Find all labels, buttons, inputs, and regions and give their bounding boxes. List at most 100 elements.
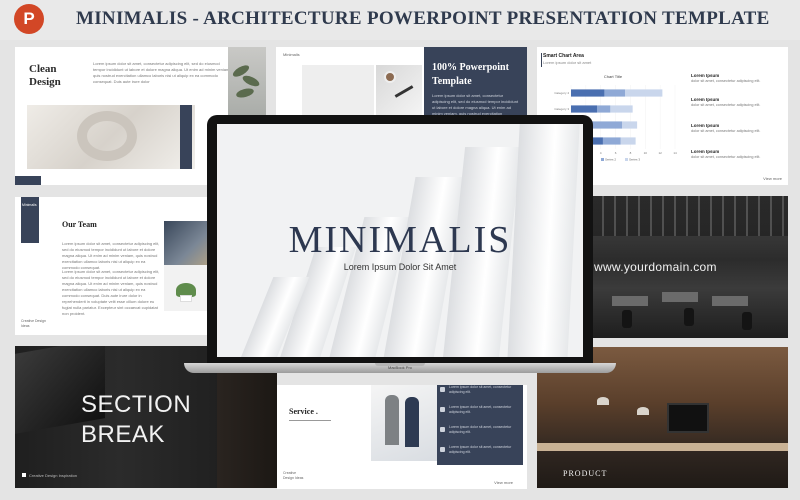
powerpoint-icon: P (14, 4, 44, 34)
chair-shape (742, 312, 752, 330)
chart-bar (620, 137, 636, 145)
chart-label: Lorem Ipsum dolor sit amet, consectetur … (691, 123, 783, 134)
chart-bar (571, 105, 597, 113)
x-tick-label: 8 (630, 151, 632, 155)
ceiling-pattern (592, 196, 788, 236)
slide-title: PRODUCT (563, 469, 608, 478)
slide-title-line2: Template (432, 76, 472, 87)
slide-footer: Creative Design Ideas (283, 471, 304, 480)
powerpoint-icon-letter: P (23, 9, 35, 28)
x-tick-label: 6 (615, 151, 617, 155)
accent-bar (15, 176, 41, 185)
category-label: Category 4 (554, 91, 569, 95)
x-tick-label: 10 (644, 151, 648, 155)
service-item: Lorem ipsum dolor sit amet, consectetur … (449, 425, 512, 434)
slide-office-domain[interactable]: www.yourdomain.com (592, 196, 788, 338)
chart-bar (589, 121, 623, 129)
slide-footer: Creative Design Ideas (21, 319, 46, 328)
pen-icon (394, 85, 414, 98)
chart-bar (602, 137, 621, 145)
service-item: Lorem ipsum dolor sit amet, consectetur … (449, 445, 512, 454)
bullet-icon (22, 473, 26, 477)
page-title: MINIMALIS - ARCHITECTURE POWERPOINT PRES… (76, 8, 770, 29)
slide-powerpoint-template[interactable]: Minimalis 100% Powerpoint Template Lorem… (276, 47, 527, 117)
x-tick-label: 12 (658, 151, 662, 155)
lamp-shape (637, 407, 649, 415)
business-photo (371, 385, 437, 461)
chart-label-desc: dolor sit amet, consectetur adipiscing e… (691, 103, 761, 107)
view-more-link[interactable]: View more (494, 480, 513, 485)
slide-title: Our Team (62, 220, 97, 229)
slide-footer: Creative Design Inspiration (29, 473, 78, 478)
chart-bar (597, 105, 611, 113)
navy-panel: Lorem ipsum dolor sit amet, consectetur … (437, 385, 523, 465)
view-more-link[interactable]: View more (763, 176, 782, 181)
desk-shape (662, 292, 698, 302)
laptop-display[interactable]: MINIMALIS Lorem Ipsum Dolor Sit Amet (217, 124, 583, 357)
accent-bar (180, 105, 192, 169)
page-header: P MINIMALIS - ARCHITECTURE POWERPOINT PR… (0, 0, 800, 40)
navy-panel: 100% Powerpoint Template Lorem ipsum dol… (424, 47, 527, 117)
chart-bar (604, 89, 626, 97)
service-icon (440, 387, 445, 392)
chart-label: Lorem Ipsum dolor sit amet, consectetur … (691, 149, 783, 160)
service-item: Lorem ipsum dolor sit amet, consectetur … (449, 385, 512, 394)
slide-service[interactable]: Service . Creative Design Ideas Lorem ip… (277, 385, 527, 489)
slide-subtitle: Lorem ipsum dolor sit amet (543, 60, 592, 65)
desk-shape (712, 296, 748, 306)
section-title-line2: BREAK (81, 421, 165, 448)
slide-title: Service . (289, 407, 318, 416)
arc-shape (77, 111, 137, 161)
chart-label-desc: dolor sit amet, consectetur adipiscing e… (691, 79, 761, 83)
plant-photo (164, 265, 212, 311)
monitor-shape (667, 403, 709, 433)
hero-title: MINIMALIS (288, 219, 512, 261)
x-tick-label: 14 (673, 151, 677, 155)
laptop-model-label: MacBook Pro (387, 365, 412, 370)
slide-label: Minimalis (283, 52, 300, 57)
slide-body: Lorem ipsum dolor sit amet, consectetur … (62, 269, 160, 316)
lamp-shape (597, 397, 609, 405)
slide-body: Lorem ipsum dolor sit amet, consectetur … (62, 241, 160, 270)
chart-label: Lorem Ipsum dolor sit amet, consectetur … (691, 97, 783, 108)
slide-body: Lorem ipsum dolor sit amet, consectetur … (93, 61, 231, 84)
pot-icon (180, 295, 192, 302)
slide-title-line2: Design (29, 76, 61, 88)
slide-title-line1: Clean (29, 63, 57, 75)
chart-bar (622, 121, 638, 129)
desk-shape (612, 296, 648, 306)
desk-photo (376, 65, 422, 117)
hero-subtitle: Lorem Ipsum Dolor Sit Amet (343, 262, 457, 272)
section-title-line1: SECTION (81, 391, 192, 418)
slide-title: Clean Design (29, 63, 61, 89)
slide-label: Minimalis (22, 203, 37, 207)
chart-bar (571, 89, 605, 97)
legend-label: Series 3 (629, 158, 640, 162)
chart-label: Lorem Ipsum dolor sit amet, consectetur … (691, 73, 783, 84)
leaf-shape (241, 73, 261, 89)
team-photo (164, 221, 212, 265)
service-icon (440, 407, 445, 412)
blank-image (302, 65, 374, 117)
x-tick-label: 4 (600, 151, 602, 155)
legend-label: Series 2 (605, 158, 616, 162)
chart-label-desc: dolor sit amet, consectetur adipiscing e… (691, 155, 761, 159)
accent-line (541, 53, 542, 67)
title-underline (289, 420, 331, 421)
chart-title: Chart Title (604, 74, 623, 79)
chart-bar (610, 105, 633, 113)
service-icon (440, 447, 445, 452)
service-icon (440, 427, 445, 432)
chair-shape (622, 310, 632, 328)
plant-image (228, 47, 266, 117)
architecture-photo (27, 105, 195, 169)
chair-shape (684, 308, 694, 326)
chart-label-desc: dolor sit amet, consectetur adipiscing e… (691, 129, 761, 133)
slide-title: 100% Powerpoint Template (432, 61, 509, 89)
section-title: SECTION BREAK (81, 390, 191, 450)
category-label: Category 3 (554, 107, 569, 111)
navy-tab: Minimalis (21, 197, 39, 243)
service-item: Lorem ipsum dolor sit amet, consectetur … (449, 405, 512, 414)
leaf-shape (235, 86, 255, 100)
coffee-mug-icon (384, 71, 396, 83)
